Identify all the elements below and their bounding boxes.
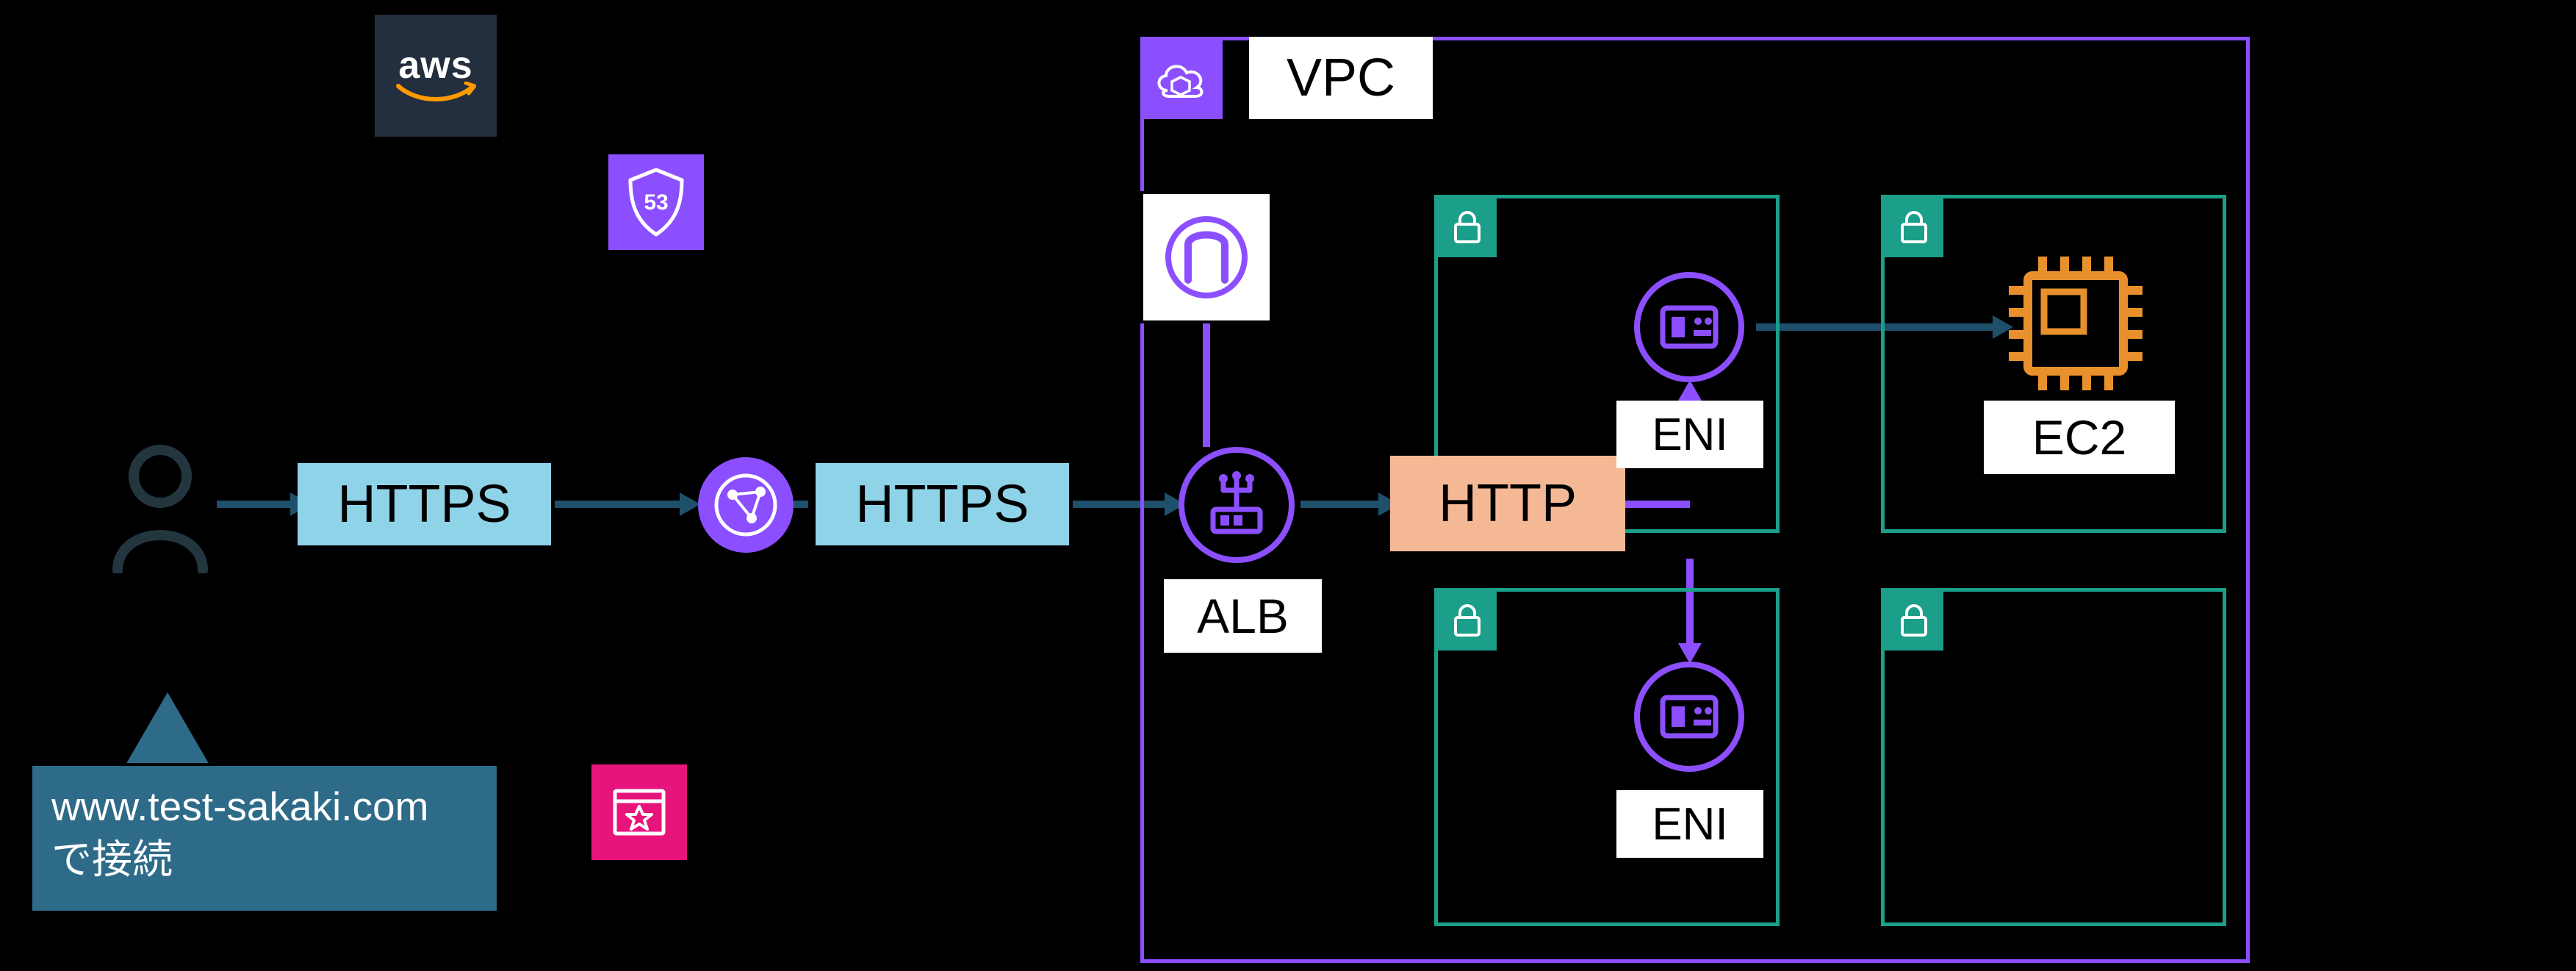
- eni-label: ENI: [1616, 790, 1763, 858]
- alb-label: ALB: [1164, 579, 1322, 653]
- subnet-lock-icon: [1885, 592, 1943, 651]
- private-subnet-az2-app: [1434, 588, 1780, 926]
- vpc-label: VPC: [1249, 37, 1433, 119]
- ec2-icon: [2006, 254, 2145, 393]
- protocol-https-label-2: HTTPS: [816, 463, 1069, 545]
- aws-logo-text: aws: [398, 43, 472, 87]
- callout-tail: [125, 692, 210, 766]
- route53-icon: 53: [608, 154, 704, 250]
- eni-icon: [1634, 272, 1744, 382]
- protocol-http-label: HTTP: [1390, 456, 1625, 551]
- aws-smile-icon: [395, 82, 476, 108]
- vpc-cloud-icon: [1140, 37, 1223, 119]
- protocol-https-label-1: HTTPS: [298, 463, 551, 545]
- architecture-diagram: aws 53 VPC: [0, 0, 2576, 971]
- internet-gateway-icon: [1140, 191, 1273, 323]
- svg-text:53: 53: [644, 190, 668, 215]
- user-icon: [103, 441, 217, 573]
- acm-certificate-icon: [591, 764, 687, 860]
- subnet-lock-icon: [1438, 592, 1497, 651]
- eni-icon: [1634, 662, 1744, 772]
- cloudfront-globe-icon: [698, 457, 794, 553]
- alb-icon: [1179, 447, 1295, 563]
- domain-callout: www.test-sakaki.com で接続: [29, 763, 500, 914]
- aws-logo-icon: aws: [375, 15, 497, 137]
- subnet-lock-icon: [1438, 198, 1497, 257]
- subnet-lock-icon: [1885, 198, 1943, 257]
- callout-line1: www.test-sakaki.com: [51, 781, 478, 834]
- eni-label: ENI: [1616, 401, 1763, 468]
- ec2-label: EC2: [1984, 401, 2175, 474]
- private-subnet-az2-ec2: [1881, 588, 2226, 926]
- callout-line2: で接続: [51, 834, 478, 886]
